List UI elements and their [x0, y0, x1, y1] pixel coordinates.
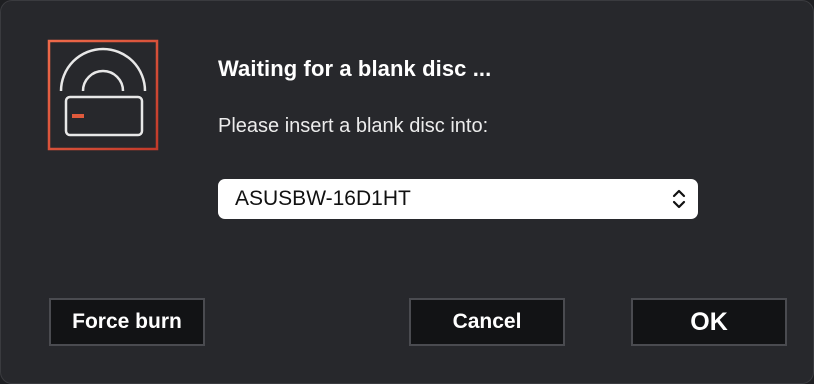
- drive-select[interactable]: ASUSBW-16D1HT: [218, 179, 698, 219]
- ok-button[interactable]: OK: [631, 298, 787, 346]
- force-burn-button[interactable]: Force burn: [49, 298, 205, 346]
- dialog-title: Waiting for a blank disc ...: [218, 56, 492, 81]
- chevron-up-down-icon: [672, 188, 686, 210]
- burn-disc-icon: [47, 39, 159, 151]
- drive-select-value: ASUSBW-16D1HT: [235, 187, 411, 210]
- cancel-button[interactable]: Cancel: [409, 298, 565, 346]
- waiting-for-disc-dialog: Waiting for a blank disc ... Please inse…: [0, 0, 814, 384]
- dialog-message: Please insert a blank disc into:: [218, 115, 489, 137]
